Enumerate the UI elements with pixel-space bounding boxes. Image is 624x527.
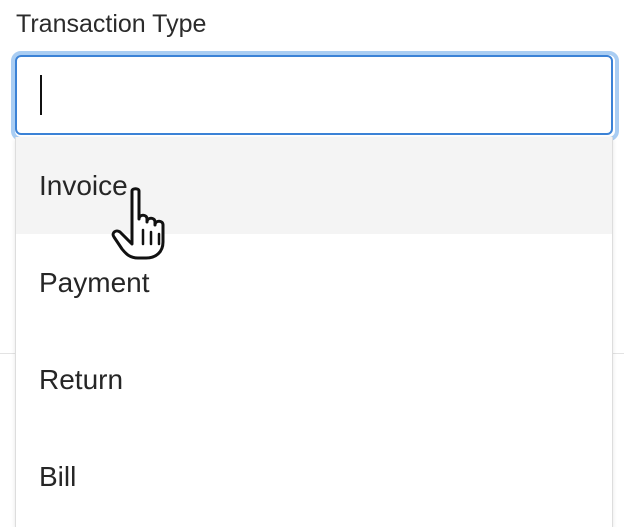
transaction-type-input[interactable] xyxy=(15,55,613,135)
option-return[interactable]: Return xyxy=(16,331,612,428)
option-bill[interactable]: Bill xyxy=(16,428,612,525)
option-payment[interactable]: Payment xyxy=(16,234,612,331)
transaction-type-dropdown: Invoice Payment Return Bill xyxy=(15,137,613,527)
transaction-type-label: Transaction Type xyxy=(16,10,207,38)
option-invoice[interactable]: Invoice xyxy=(16,137,612,234)
text-caret xyxy=(40,75,42,115)
